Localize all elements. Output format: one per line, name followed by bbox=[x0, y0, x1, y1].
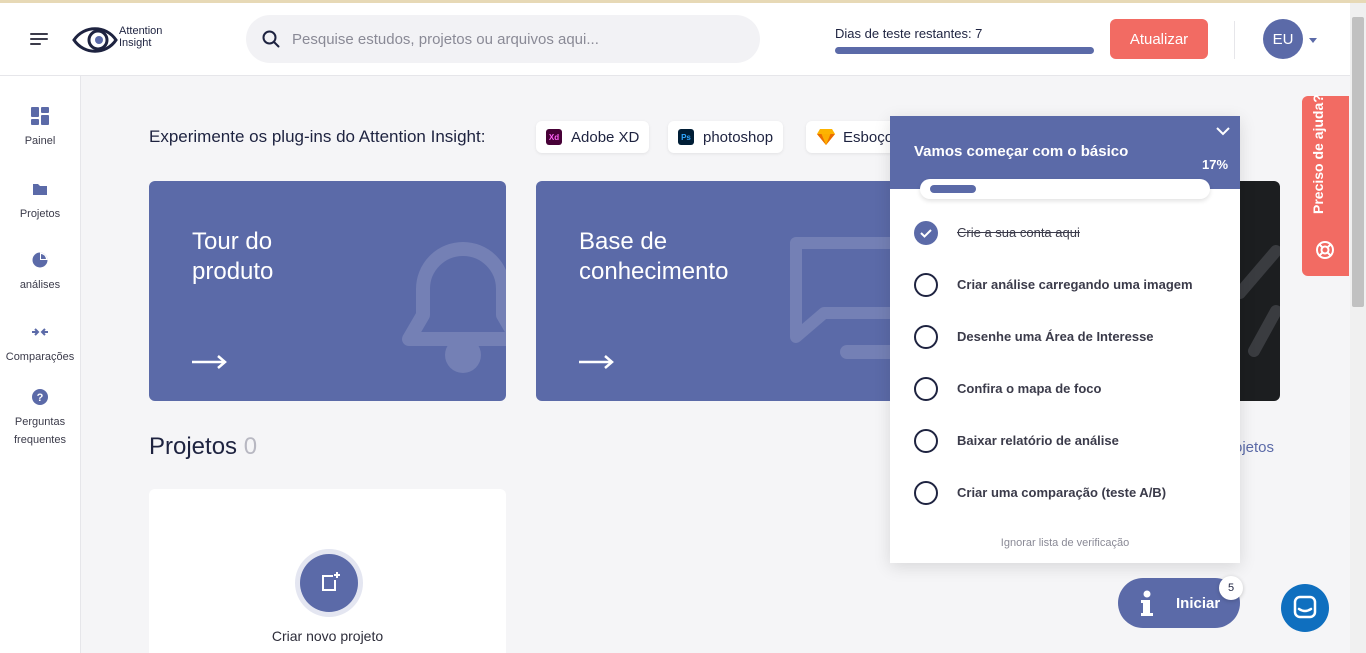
knowledge-base-card[interactable]: Base de conhecimento bbox=[536, 181, 906, 401]
photoshop-icon: Ps bbox=[678, 129, 694, 145]
attention-insight-logo[interactable]: Attention Insight bbox=[72, 21, 182, 59]
sidebar-item-label: Comparações bbox=[5, 351, 75, 363]
sidebar-item-analises[interactable]: análises bbox=[0, 251, 80, 293]
plugin-chip-adobe-xd[interactable]: Xd Adobe XD bbox=[536, 121, 650, 153]
card-title-line: produto bbox=[192, 258, 274, 285]
plugin-chip-label: photoshop bbox=[703, 128, 774, 146]
checklist-item[interactable]: Criar uma comparação (teste A/B) bbox=[914, 481, 1224, 507]
search-box[interactable] bbox=[246, 15, 760, 63]
trial-progress-bar bbox=[835, 47, 1094, 54]
chevron-down-icon[interactable] bbox=[1216, 126, 1230, 136]
card-title-line: conhecimento bbox=[579, 258, 729, 285]
sidebar-item-label: Perguntas frequentes bbox=[14, 416, 66, 446]
adobe-xd-icon: Xd bbox=[546, 129, 562, 145]
start-launcher-label: Iniciar bbox=[1176, 595, 1221, 612]
checklist-item-label: Criar análise carregando uma imagem bbox=[957, 277, 1193, 292]
logo-line-2: Insight bbox=[119, 37, 152, 49]
projects-heading: Projetos 0 bbox=[149, 433, 257, 461]
sidebar-item-projetos[interactable]: Projetos bbox=[0, 180, 80, 222]
sidebar-item-comparacoes[interactable]: Comparações bbox=[0, 323, 80, 365]
arrow-right-icon bbox=[192, 355, 227, 369]
checklist-progress-fill bbox=[930, 185, 976, 193]
sidebar-item-perguntas-frequentes[interactable]: ? Perguntas frequentes bbox=[0, 388, 80, 448]
checklist-percent: 17% bbox=[1202, 157, 1229, 172]
check-icon bbox=[914, 221, 938, 245]
plugin-chip-label: Esboço bbox=[843, 128, 894, 146]
folder-icon bbox=[33, 184, 47, 195]
plugins-label: Experimente os plug-ins do Attention Ins… bbox=[149, 127, 486, 146]
checklist-item-label: Crie a sua conta aqui bbox=[957, 225, 1080, 240]
help-tab-label: Preciso de ajuda? bbox=[1310, 94, 1326, 214]
radio-circle-icon bbox=[914, 325, 938, 349]
checklist-item[interactable]: Baixar relatório de análise bbox=[914, 429, 1224, 455]
sketch-diamond-icon bbox=[817, 129, 835, 145]
sidebar: Painel Projetos análises Comparações ? P… bbox=[0, 76, 81, 653]
menu-icon[interactable] bbox=[30, 33, 48, 47]
sidebar-item-label: Projetos bbox=[19, 208, 61, 220]
chat-bubble-icon bbox=[790, 237, 906, 359]
card-title: Base de conhecimento bbox=[579, 227, 728, 287]
help-tab[interactable]: Preciso de ajuda? bbox=[1302, 94, 1349, 276]
checklist-item[interactable]: Crie a sua conta aqui bbox=[914, 221, 1224, 247]
checklist-progress-bar bbox=[920, 179, 1210, 199]
card-title-line: Base de bbox=[579, 228, 668, 255]
projects-count: 0 bbox=[243, 433, 258, 460]
card-title: Tour do produto bbox=[192, 227, 273, 287]
sidebar-item-label: análises bbox=[19, 279, 61, 291]
compare-icon bbox=[32, 328, 48, 336]
checklist-item-label: Desenhe uma Área de Interesse bbox=[957, 329, 1154, 344]
info-icon bbox=[1141, 590, 1153, 616]
header-divider bbox=[1234, 21, 1235, 59]
radio-circle-icon bbox=[914, 481, 938, 505]
eye-logo-icon bbox=[72, 27, 118, 53]
projects-title: Projetos bbox=[149, 433, 238, 460]
decorative-stripe-icon bbox=[1236, 245, 1280, 357]
logo-line-1: Attention bbox=[119, 25, 163, 37]
checklist-item-label: Baixar relatório de análise bbox=[957, 433, 1119, 448]
checklist-title: Vamos começar com o básico bbox=[914, 143, 1129, 160]
new-project-label: Criar novo projeto bbox=[271, 628, 384, 644]
top-header: Attention Insight Dias de teste restante… bbox=[0, 3, 1350, 76]
radio-circle-icon bbox=[914, 429, 938, 453]
add-file-icon bbox=[322, 572, 340, 591]
user-avatar[interactable]: EU bbox=[1263, 19, 1303, 59]
plugin-chip-photoshop[interactable]: Ps photoshop bbox=[668, 121, 784, 153]
checklist-item[interactable]: Criar análise carregando uma imagem bbox=[914, 273, 1224, 299]
radio-circle-icon bbox=[914, 377, 938, 401]
pie-chart-icon bbox=[32, 252, 48, 268]
search-icon bbox=[262, 30, 280, 48]
skip-checklist-link[interactable]: Ignorar lista de verificação bbox=[890, 537, 1240, 549]
chat-icon bbox=[1293, 595, 1317, 619]
all-projects-link[interactable]: ojetos bbox=[1234, 439, 1274, 456]
trial-days-label: Dias de teste restantes: 7 bbox=[835, 26, 983, 41]
question-icon: ? bbox=[32, 389, 48, 405]
checklist-item[interactable]: Confira o mapa de foco bbox=[914, 377, 1224, 403]
svg-text:?: ? bbox=[37, 392, 44, 404]
sidebar-item-label: Painel bbox=[24, 135, 56, 147]
onboarding-checklist: Vamos começar com o básico 17% Crie a su… bbox=[890, 116, 1240, 563]
card-title-line: Tour do bbox=[192, 228, 273, 255]
page-scrollbar[interactable] bbox=[1350, 3, 1366, 653]
lifebuoy-icon bbox=[1316, 241, 1334, 259]
checklist-item-label: Criar uma comparação (teste A/B) bbox=[957, 485, 1167, 500]
scrollbar-thumb[interactable] bbox=[1352, 17, 1364, 307]
checklist-item-label: Confira o mapa de foco bbox=[957, 381, 1102, 396]
notification-badge: 5 bbox=[1219, 576, 1243, 600]
radio-circle-icon bbox=[914, 273, 938, 297]
logo-text: Attention Insight bbox=[119, 25, 162, 49]
sidebar-item-painel[interactable]: Painel bbox=[0, 107, 80, 149]
bell-icon bbox=[402, 242, 506, 373]
search-input[interactable] bbox=[292, 15, 742, 63]
plugin-chip-label: Adobe XD bbox=[571, 128, 640, 146]
dashboard-icon bbox=[31, 107, 49, 125]
upgrade-button[interactable]: Atualizar bbox=[1110, 19, 1208, 59]
new-project-card[interactable]: Criar novo projeto bbox=[149, 489, 506, 653]
chevron-down-icon[interactable] bbox=[1309, 38, 1317, 43]
new-project-button[interactable] bbox=[300, 554, 358, 612]
chat-launcher-button[interactable] bbox=[1281, 584, 1329, 632]
product-tour-card[interactable]: Tour do produto bbox=[149, 181, 506, 401]
checklist-item[interactable]: Desenhe uma Área de Interesse bbox=[914, 325, 1224, 351]
arrow-right-icon bbox=[579, 355, 614, 369]
